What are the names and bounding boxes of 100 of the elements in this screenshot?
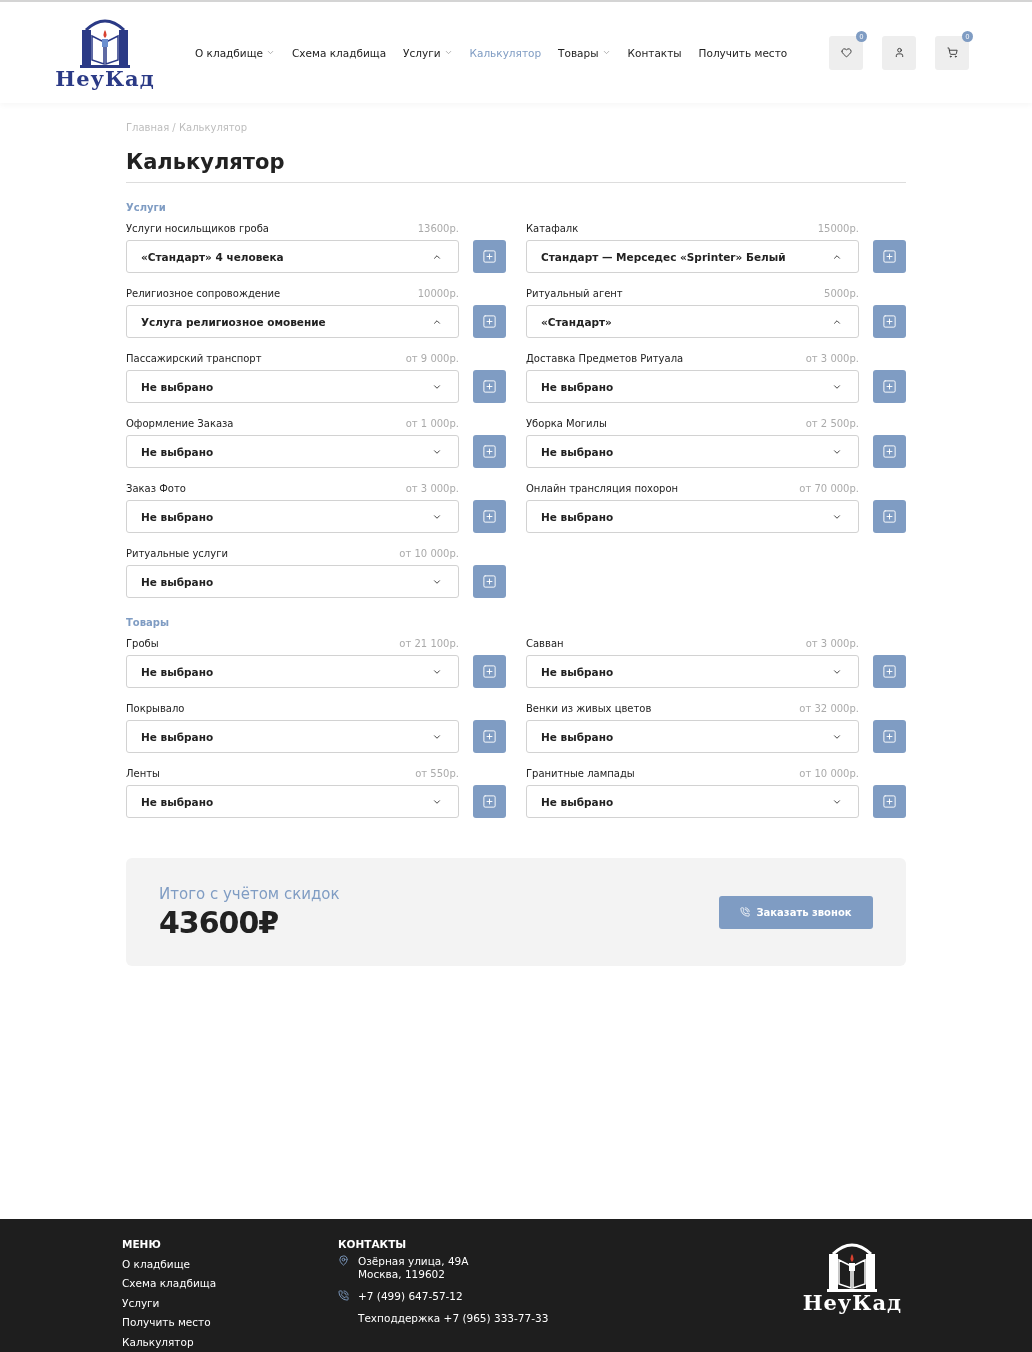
- add-button[interactable]: [473, 435, 506, 469]
- total-label: Итого с учётом скидок: [159, 884, 340, 903]
- add-button[interactable]: [473, 370, 506, 404]
- price: от 3 000р.: [805, 638, 859, 650]
- select-field[interactable]: Не выбрано: [526, 370, 859, 404]
- field-label: Гробы: [126, 638, 159, 650]
- select-field[interactable]: Не выбрано: [126, 655, 459, 689]
- select-field[interactable]: Услуга религиозное омовение: [126, 305, 459, 339]
- price: от 10 000р.: [399, 548, 459, 560]
- add-button[interactable]: [873, 370, 906, 404]
- select-field[interactable]: Не выбрано: [126, 370, 459, 404]
- phone-icon: [338, 1289, 349, 1301]
- plus-icon: [482, 794, 497, 810]
- field-label: Уборка Могилы: [526, 418, 607, 430]
- select-field[interactable]: Не выбрано: [526, 785, 859, 819]
- field-label: Катафалк: [526, 223, 579, 235]
- cart-icon: [946, 47, 958, 59]
- price: от 1 000р.: [405, 418, 459, 430]
- field-label: Ленты: [126, 768, 160, 780]
- plus-icon: [482, 729, 497, 745]
- plus-icon: [882, 444, 897, 460]
- footer-link[interactable]: О кладбище: [122, 1254, 338, 1274]
- plus-icon: [882, 509, 897, 525]
- select-field[interactable]: Не выбрано: [526, 720, 859, 754]
- price: от 2 500р.: [805, 418, 859, 430]
- add-button[interactable]: [873, 500, 906, 534]
- field-label: Религиозное сопровождение: [126, 288, 281, 300]
- gate-icon: [78, 16, 132, 69]
- add-button[interactable]: [473, 240, 506, 274]
- select-field[interactable]: Не выбрано: [126, 500, 459, 534]
- total-amount: 43600₽: [159, 904, 280, 940]
- select-field[interactable]: Не выбрано: [526, 655, 859, 689]
- field-label: Ритуальные услуги: [126, 548, 228, 560]
- price: 15000р.: [817, 223, 859, 235]
- field-label: Оформление Заказа: [126, 418, 234, 430]
- price: 10000р.: [417, 288, 459, 300]
- nav-link[interactable]: Контакты: [627, 46, 682, 59]
- field-label: Услуги носильщиков гроба: [126, 223, 269, 235]
- field-label: Заказ Фото: [126, 483, 186, 495]
- add-button[interactable]: [473, 785, 506, 819]
- nav-link[interactable]: Получить место: [698, 46, 788, 59]
- account-button[interactable]: [882, 35, 916, 70]
- select-field[interactable]: Стандарт — Мерседес «Sprinter» Белый: [526, 240, 859, 274]
- price: от 70 000р.: [799, 483, 859, 495]
- add-button[interactable]: [873, 435, 906, 469]
- plus-icon: [882, 379, 897, 395]
- price: от 3 000р.: [405, 483, 459, 495]
- plus-icon: [882, 664, 897, 680]
- user-icon: [893, 47, 905, 59]
- select-field[interactable]: Не выбрано: [126, 565, 459, 599]
- price: от 21 100р.: [399, 638, 459, 650]
- select-field[interactable]: Не выбрано: [126, 785, 459, 819]
- section-title: Услуги: [126, 202, 167, 214]
- footer-link[interactable]: Калькулятор: [122, 1332, 338, 1352]
- select-field[interactable]: «Стандарт» 4 человека: [126, 240, 459, 274]
- price: от 10 000р.: [799, 768, 859, 780]
- add-button[interactable]: [873, 720, 906, 754]
- nav-link[interactable]: О кладбище: [195, 46, 275, 59]
- nav-link[interactable]: Товары: [558, 46, 611, 59]
- heart-icon: [840, 47, 852, 59]
- footer-link[interactable]: Схема кладбища: [122, 1274, 338, 1294]
- select-field[interactable]: «Стандарт»: [526, 305, 859, 339]
- field-label: Венки из живых цветов: [526, 703, 652, 715]
- location-pin-icon: [338, 1254, 349, 1266]
- breadcrumbs: Главная / Калькулятор: [126, 122, 249, 134]
- plus-icon: [482, 664, 497, 680]
- field-label: Доставка Предметов Ритуала: [526, 353, 684, 365]
- add-button[interactable]: [873, 785, 906, 819]
- plus-icon: [482, 249, 497, 265]
- footer-link[interactable]: Услуги: [122, 1293, 338, 1313]
- plus-icon: [482, 574, 497, 590]
- field-label: Покрывало: [126, 703, 185, 715]
- nav-link[interactable]: Услуги: [403, 46, 453, 59]
- plus-icon: [882, 794, 897, 810]
- select-field[interactable]: Не выбрано: [526, 500, 859, 534]
- add-button[interactable]: [873, 240, 906, 274]
- select-field[interactable]: Не выбрано: [126, 720, 459, 754]
- footer-link[interactable]: Получить место: [122, 1313, 338, 1333]
- logo-text: НеуКад: [55, 68, 155, 90]
- select-field[interactable]: Не выбрано: [526, 435, 859, 469]
- field-label: Гранитные лампады: [526, 768, 635, 780]
- phone-icon: [740, 907, 751, 918]
- section-title: Товары: [126, 617, 170, 629]
- add-button[interactable]: [473, 720, 506, 754]
- field-label: Онлайн трансляция похорон: [526, 483, 679, 495]
- logo-text: НеуКад: [802, 1291, 902, 1313]
- add-button[interactable]: [473, 305, 506, 339]
- plus-icon: [482, 444, 497, 460]
- add-button[interactable]: [473, 655, 506, 689]
- plus-icon: [482, 509, 497, 525]
- select-field[interactable]: Не выбрано: [126, 435, 459, 469]
- add-button[interactable]: [473, 500, 506, 534]
- plus-icon: [482, 314, 497, 330]
- plus-icon: [882, 314, 897, 330]
- add-button[interactable]: [473, 565, 506, 599]
- nav-link[interactable]: Схема кладбища: [292, 46, 387, 59]
- price: 5000р.: [824, 288, 859, 300]
- add-button[interactable]: [873, 305, 906, 339]
- add-button[interactable]: [873, 655, 906, 689]
- page-title: Калькулятор: [126, 150, 906, 184]
